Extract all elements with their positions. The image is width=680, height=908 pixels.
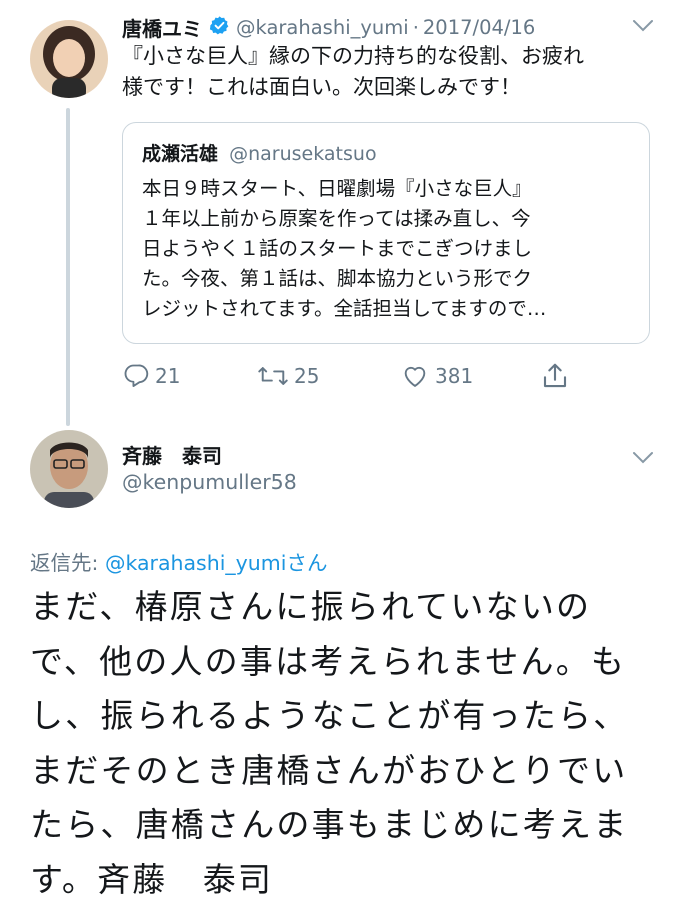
like-count: 381 xyxy=(435,364,474,388)
replying-to-prefix: 返信先: xyxy=(30,551,105,575)
thread-connector-line xyxy=(66,108,70,426)
reply-text-line: たら、唐橋さんの事もまじめに考えま xyxy=(30,805,629,844)
parent-tweet-text: 『小さな巨人』縁の下の力持ち的な役割、お疲れ 様です！これは面白い。次回楽しみで… xyxy=(122,41,584,103)
chevron-down-icon[interactable] xyxy=(632,18,654,37)
quoted-handle: @narusekatsuo xyxy=(229,143,377,165)
quoted-tweet-card[interactable]: 成瀬活雄 @narusekatsuo 本日９時スタート、日曜劇場『小さな巨人』 … xyxy=(122,122,650,344)
reply-icon xyxy=(122,362,150,390)
reply-text-line: し、振られるようなことが有ったら、 xyxy=(30,696,629,735)
retweet-count: 25 xyxy=(294,364,320,388)
quoted-tweet-header: 成瀬活雄 @narusekatsuo xyxy=(142,139,377,166)
avatar-kenpumuller[interactable] xyxy=(30,430,108,508)
share-icon xyxy=(540,361,570,391)
quoted-text-line: レジットされてます。全話担当してますので… xyxy=(142,297,547,320)
reply-text-line: で、他の人の事は考えられません。も xyxy=(30,641,627,681)
handle[interactable]: @karahashi_yumi xyxy=(236,16,409,39)
tweet-text-line: 『小さな巨人』縁の下の力持ち的な役割、お疲れ xyxy=(122,44,584,68)
replying-to: 返信先: @karahashi_yumiさん xyxy=(30,546,327,576)
quoted-display-name: 成瀬活雄 xyxy=(142,143,219,165)
replying-to-suffix: さん xyxy=(286,551,328,575)
reply-tweet-text: まだ、椿原さんに振られていないの で、他の人の事は考えられません。も し、振られ… xyxy=(30,580,628,907)
retweet-button[interactable]: 25 xyxy=(257,362,319,390)
parent-tweet-header: 唐橋ユミ @karahashi_yumi · 2017/04/16 xyxy=(122,12,642,42)
like-button[interactable]: 381 xyxy=(400,362,473,390)
separator-dot: · xyxy=(412,15,419,39)
reply-text-line: まだ、椿原さんに振られていないの xyxy=(30,587,592,626)
tweet-text-line: 様です！これは面白い。次回楽しみです！ xyxy=(122,75,521,99)
quoted-text-line: 日ようやく１話のスタートまでこぎつけまし xyxy=(142,237,533,260)
reply-button[interactable]: 21 xyxy=(122,362,180,390)
heart-icon xyxy=(400,362,430,390)
quoted-text-line: 本日９時スタート、日曜劇場『小さな巨人』 xyxy=(142,177,532,200)
quoted-text-line: た。今夜、第１話は、脚本協力という形でク xyxy=(142,267,533,290)
reply-text-line: まだそのとき唐橋さんがおひとりでい xyxy=(30,750,628,790)
verified-badge-icon xyxy=(209,15,230,40)
quoted-tweet-text: 本日９時スタート、日曜劇場『小さな巨人』 １年以上前から原案を作っては揉み直し、… xyxy=(142,174,546,324)
reply-display-name[interactable]: 斉藤 泰司 xyxy=(122,440,222,469)
reply-count: 21 xyxy=(155,364,181,388)
tweet-date[interactable]: 2017/04/16 xyxy=(423,16,535,39)
quoted-text-line: １年以上前から原案を作っては揉み直し、今 xyxy=(142,207,531,230)
avatar-karahashi[interactable] xyxy=(30,20,108,98)
retweet-icon xyxy=(257,362,289,390)
share-button[interactable] xyxy=(540,361,570,391)
replying-to-link[interactable]: @karahashi_yumi xyxy=(105,551,287,575)
reply-handle[interactable]: @kenpumuller58 xyxy=(122,470,297,494)
display-name[interactable]: 唐橋ユミ xyxy=(122,13,202,42)
reply-text-line: す。斉藤 泰司 xyxy=(30,859,274,899)
chevron-down-icon[interactable] xyxy=(632,450,654,469)
